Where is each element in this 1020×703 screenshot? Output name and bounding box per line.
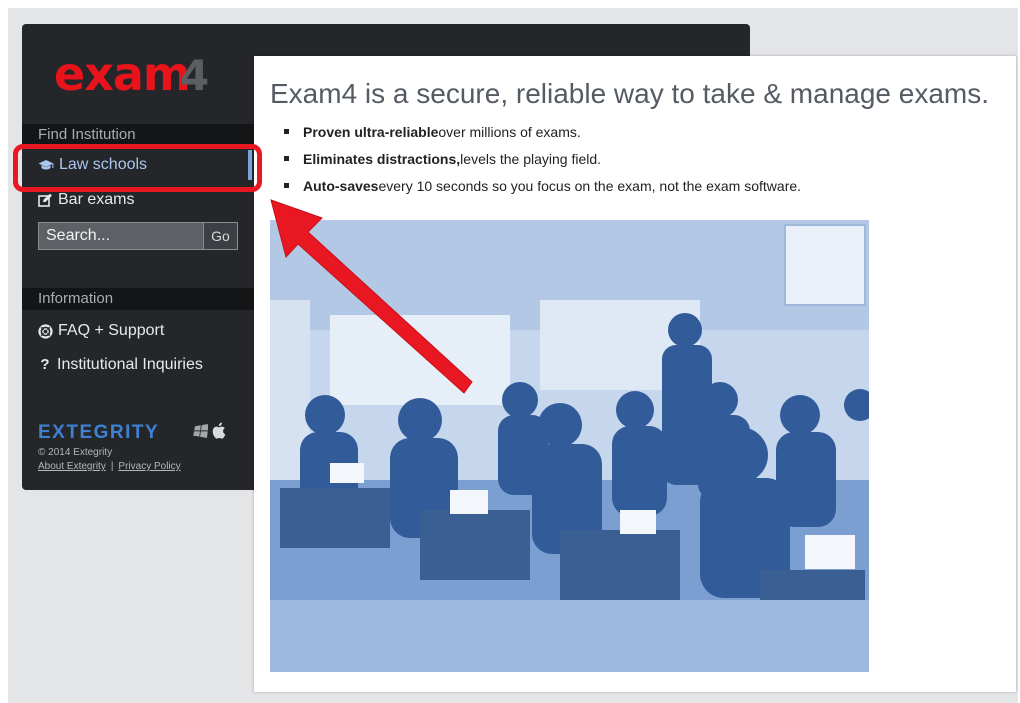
feature-highlight: Proven ultra-reliable xyxy=(303,124,439,140)
extegrity-logo: EXTEGRITY xyxy=(38,422,160,443)
about-extegrity-link[interactable]: About Extegrity xyxy=(38,461,106,472)
feature-text: every 10 seconds so you focus on the exa… xyxy=(378,178,802,194)
privacy-policy-link[interactable]: Privacy Policy xyxy=(118,461,180,472)
go-button[interactable]: Go xyxy=(204,222,238,250)
sidebar-item-institutional-inquiries[interactable]: ? Institutional Inquiries xyxy=(22,350,254,380)
lifebuoy-icon xyxy=(38,323,53,339)
list-item: Proven ultra-reliable over millions of e… xyxy=(284,122,801,149)
apple-icon xyxy=(211,422,226,439)
feature-text: levels the playing field. xyxy=(460,151,602,167)
page-title: Exam4 is a secure, reliable way to take … xyxy=(270,78,990,109)
search-form: Go xyxy=(38,222,238,250)
exam4-logo[interactable]: exam 4 xyxy=(52,46,232,100)
list-item: Auto-saves every 10 seconds so you focus… xyxy=(284,176,801,203)
footer-link-separator: | xyxy=(110,461,114,472)
footer-links: About Extegrity | Privacy Policy xyxy=(38,461,181,472)
information-header: Information xyxy=(22,288,254,310)
platform-icons xyxy=(192,422,226,439)
svg-text:4: 4 xyxy=(180,51,209,100)
sidebar-item-label: FAQ + Support xyxy=(58,322,165,339)
feature-list: Proven ultra-reliable over millions of e… xyxy=(284,122,801,203)
question-icon: ? xyxy=(40,356,50,373)
copyright-text: © 2014 Extegrity xyxy=(38,447,113,458)
law-schools-highlight-annotation xyxy=(13,144,262,192)
windows-icon xyxy=(192,422,208,439)
feature-text: over millions of exams. xyxy=(438,124,581,140)
feature-highlight: Auto-saves xyxy=(303,178,379,194)
edit-icon xyxy=(38,193,53,207)
search-input[interactable] xyxy=(38,222,204,250)
find-institution-header: Find Institution xyxy=(22,124,254,146)
feature-highlight: Eliminates distractions, xyxy=(303,151,461,167)
sidebar-item-label: Institutional Inquiries xyxy=(57,356,203,373)
sidebar-item-faq-support[interactable]: FAQ + Support xyxy=(22,316,254,346)
list-item: Eliminates distractions, levels the play… xyxy=(284,149,801,176)
typing-classroom-photo xyxy=(270,220,869,672)
svg-text:exam: exam xyxy=(54,47,190,100)
